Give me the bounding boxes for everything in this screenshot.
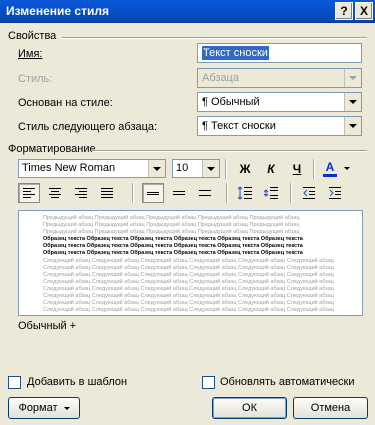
style-type-value: Абзаца [202,72,239,84]
decrease-spacing-before-button[interactable] [260,183,282,203]
formatting-group-label: Форматирование [8,143,96,155]
toolbar-separator [225,159,227,179]
add-to-template-checkbox[interactable] [8,376,21,389]
properties-group-label: Свойства [8,30,57,42]
underline-icon: Ч [292,162,302,176]
align-right-button[interactable] [70,183,92,203]
preview-next-paragraph: Следующий абзац Следующий абзац Следующи… [43,279,334,285]
single-spacing-button[interactable] [142,183,164,203]
style-type-label: Стиль: [18,73,53,85]
auto-update-checkbox[interactable] [202,376,215,389]
preview-prev-paragraph: Предыдущий абзац Предыдущий абзац Предыд… [43,229,300,235]
italic-icon: К [267,162,275,176]
help-button[interactable]: ? [335,2,353,20]
toolbar-separator [313,159,315,179]
chevron-down-icon [202,160,219,177]
chevron-down-icon [344,167,350,170]
increase-indent-icon [329,187,341,199]
preview-sample-text: Образец текста Образец текста Образец те… [43,236,303,242]
preview-next-paragraph: Следующий абзац Следующий абзац Следующи… [43,272,334,278]
font-color-button[interactable]: A [318,158,354,178]
next-style-dropdown[interactable]: ¶ Текст сноски [197,116,362,136]
preview-sample-text: Образец текста Образец текста Образец те… [43,250,303,256]
window-title: Изменение стиля [6,4,109,18]
cancel-button-label: Отмена [310,402,351,414]
title-bar: Изменение стиля ? X [0,0,375,23]
toolbar-separator [290,183,292,203]
align-left-button[interactable] [18,183,40,203]
increase-spacing-before-button[interactable] [234,183,256,203]
name-value: Текст сноски [202,46,269,60]
based-on-dropdown[interactable]: ¶ Обычный [197,92,362,112]
font-size-dropdown[interactable]: 10 [172,159,220,178]
one-half-spacing-button[interactable] [168,183,190,203]
chevron-down-icon [344,117,361,135]
bold-button[interactable]: Ж [234,158,256,178]
preview-next-paragraph: Следующий абзац Следующий абзац Следующи… [43,258,334,264]
font-name-value: Times New Roman [22,162,116,174]
format-button-label: Формат [18,402,58,414]
chevron-down-icon [344,69,361,87]
toolbar-separator [132,183,134,203]
preview-sample-text: Образец текста Образец текста Образец те… [43,243,303,249]
ok-button-label: ОК [242,402,257,414]
preview-next-paragraph: Следующий абзац Следующий абзац Следующи… [43,265,334,271]
font-color-swatch [323,174,337,177]
preview-next-paragraph: Следующий абзац Следующий абзац Следующи… [43,293,334,299]
help-icon: ? [340,4,348,18]
preview-prev-paragraph: Предыдущий абзац Предыдущий абзац Предыд… [43,222,300,228]
single-spacing-icon [147,192,159,195]
underline-button[interactable]: Ч [286,158,308,178]
align-justify-button[interactable] [96,183,118,203]
auto-update-label: Обновлять автоматически [220,376,355,388]
preview-next-paragraph: Следующий абзац Следующий абзац Следующи… [43,307,334,313]
close-button[interactable]: X [355,2,373,20]
toolbar-separator [226,183,228,203]
font-color-icon: A [325,160,335,174]
format-button[interactable]: Формат [8,397,80,419]
style-description: Обычный + [18,320,77,332]
chevron-down-icon [148,160,165,177]
align-justify-icon [101,188,113,198]
decrease-indent-button[interactable] [298,183,320,203]
formatting-divider [92,150,367,152]
align-center-icon [49,188,61,198]
style-preview: Предыдущий абзац Предыдущий абзац Предыд… [18,210,363,316]
preview-next-paragraph: Следующий абзац Следующий абзац Следующи… [43,286,334,292]
add-to-template-label: Добавить в шаблон [27,376,128,388]
next-style-value: ¶ Текст сноски [202,120,276,132]
increase-indent-button[interactable] [324,183,346,203]
chevron-down-icon [344,93,361,111]
based-on-label: Основан на стиле: [18,97,113,109]
name-label: Имя: [18,48,43,60]
font-name-dropdown[interactable]: Times New Roman [18,159,166,178]
chevron-down-icon [63,406,70,410]
font-size-value: 10 [176,162,189,174]
double-spacing-button[interactable] [194,183,216,203]
style-type-dropdown[interactable]: Абзаца [197,68,362,88]
based-on-value: ¶ Обычный [202,96,260,108]
align-right-icon [75,188,87,198]
cancel-button[interactable]: Отмена [293,397,368,419]
decrease-indent-icon [303,187,315,199]
spacing-before-icon [237,186,252,200]
name-field[interactable]: Текст сноски [197,43,362,63]
ok-button[interactable]: ОК [212,397,287,419]
close-icon: X [359,4,368,18]
double-spacing-icon [199,190,211,196]
preview-next-paragraph: Следующий абзац Следующий абзац Следующи… [43,300,334,306]
next-style-label: Стиль следующего абзаца: [18,121,158,133]
italic-button[interactable]: К [260,158,282,178]
align-center-button[interactable] [44,183,66,203]
preview-prev-paragraph: Предыдущий абзац Предыдущий абзац Предыд… [43,215,300,221]
align-left-icon [23,188,35,198]
one-half-spacing-icon [173,191,185,195]
spacing-after-icon [263,187,278,199]
bold-icon: Ж [239,162,251,176]
properties-divider [62,37,367,39]
